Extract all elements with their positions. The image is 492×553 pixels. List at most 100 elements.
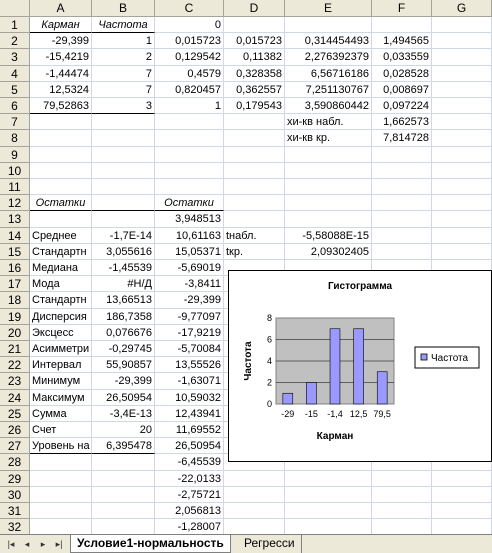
cell-b12[interactable]: [92, 195, 155, 211]
cell-a9[interactable]: [30, 147, 92, 163]
cell-b28[interactable]: [92, 454, 155, 471]
cell-e7[interactable]: хи-кв набл.: [285, 114, 372, 130]
cell-a13[interactable]: [30, 211, 92, 228]
row-header-4[interactable]: 4: [0, 66, 30, 82]
column-header-d[interactable]: D: [224, 0, 285, 17]
cell-d10[interactable]: [224, 163, 285, 179]
row-header-11[interactable]: 11: [0, 179, 30, 195]
row-header-12[interactable]: 12: [0, 195, 30, 211]
cell-f12[interactable]: [372, 195, 432, 211]
cell-c5[interactable]: 0,820457: [155, 82, 224, 98]
cell-g29[interactable]: [432, 471, 492, 487]
row-header-30[interactable]: 30: [0, 487, 30, 503]
cell-a1[interactable]: Карман: [30, 17, 92, 33]
row-header-8[interactable]: 8: [0, 130, 30, 147]
row-header-3[interactable]: 3: [0, 49, 30, 66]
cell-a4[interactable]: -1,44474: [30, 66, 92, 82]
cell-a21[interactable]: Асимметри: [30, 341, 92, 357]
cell-g6[interactable]: [432, 98, 492, 114]
cell-e10[interactable]: [285, 163, 372, 179]
cell-d8[interactable]: [224, 130, 285, 147]
cell-c15[interactable]: 15,05371: [155, 244, 224, 260]
cell-a3[interactable]: -15,4219: [30, 49, 92, 66]
cell-e15[interactable]: 2,09302405: [285, 244, 372, 260]
cell-b11[interactable]: [92, 179, 155, 195]
cell-a15[interactable]: Стандартн: [30, 244, 92, 260]
cell-c23[interactable]: -1,63071: [155, 373, 224, 390]
cell-e14[interactable]: -5,58088E-15: [285, 228, 372, 244]
row-header-21[interactable]: 21: [0, 341, 30, 357]
cell-c8[interactable]: [155, 130, 224, 147]
cell-g10[interactable]: [432, 163, 492, 179]
cell-a17[interactable]: Мода: [30, 276, 92, 292]
cell-d5[interactable]: 0,362557: [224, 82, 285, 98]
cell-c6[interactable]: 1: [155, 98, 224, 114]
cell-d6[interactable]: 0,179543: [224, 98, 285, 114]
column-header-a[interactable]: A: [30, 0, 92, 17]
cell-d13[interactable]: [224, 211, 285, 228]
cell-f6[interactable]: 0,097224: [372, 98, 432, 114]
cell-c22[interactable]: 13,55526: [155, 357, 224, 373]
cell-c32[interactable]: -1,28007: [155, 519, 224, 534]
histogram-chart[interactable]: Гистограмма 0 2 4 6 8 -29 -15 -1,4 12,5 79,5 Час…: [228, 270, 492, 462]
row-header-24[interactable]: 24: [0, 390, 30, 406]
cell-g11[interactable]: [432, 179, 492, 195]
cell-e3[interactable]: 2,276392379: [285, 49, 372, 66]
cell-b27[interactable]: 6,395478: [92, 438, 155, 454]
cell-c25[interactable]: 12,43941: [155, 406, 224, 422]
tab-uslovie1[interactable]: Условие1-нормальность: [70, 535, 231, 553]
row-header-32[interactable]: 32: [0, 519, 30, 534]
histogram-bar[interactable]: [282, 392, 294, 405]
tab-regressi[interactable]: Регресси: [238, 535, 302, 553]
row-header-27[interactable]: 27: [0, 438, 30, 454]
cell-c27[interactable]: 26,50954: [155, 438, 224, 454]
cell-a8[interactable]: [30, 130, 92, 147]
cell-c4[interactable]: 0,4579: [155, 66, 224, 82]
last-sheet-button[interactable]: ▸|: [52, 538, 66, 550]
cell-b25[interactable]: -3,4E-13: [92, 406, 155, 422]
cell-e12[interactable]: [285, 195, 372, 211]
histogram-bar[interactable]: [306, 382, 317, 405]
cell-b20[interactable]: 0,076676: [92, 325, 155, 341]
cell-a24[interactable]: Максимум: [30, 390, 92, 406]
cell-b18[interactable]: 13,66513: [92, 292, 155, 309]
cell-f5[interactable]: 0,008697: [372, 82, 432, 98]
cell-c2[interactable]: 0,015723: [155, 33, 224, 49]
cell-a29[interactable]: [30, 471, 92, 487]
cell-e9[interactable]: [285, 147, 372, 163]
cell-a27[interactable]: Уровень на: [30, 438, 92, 454]
row-header-23[interactable]: 23: [0, 373, 30, 390]
cell-g3[interactable]: [432, 49, 492, 66]
cell-b1[interactable]: Частота: [92, 17, 155, 33]
cell-b21[interactable]: -0,29745: [92, 341, 155, 357]
row-header-29[interactable]: 29: [0, 471, 30, 487]
row-header-13[interactable]: 13: [0, 211, 30, 228]
row-header-1[interactable]: 1: [0, 17, 30, 33]
column-header-e[interactable]: E: [285, 0, 372, 17]
cell-b24[interactable]: 26,50954: [92, 390, 155, 406]
cell-c9[interactable]: [155, 147, 224, 163]
cell-a23[interactable]: Минимум: [30, 373, 92, 390]
cell-d15[interactable]: tкр.: [224, 244, 285, 260]
cell-b7[interactable]: [92, 114, 155, 130]
cell-f9[interactable]: [372, 147, 432, 163]
row-header-28[interactable]: 28: [0, 454, 30, 471]
cell-a28[interactable]: [30, 454, 92, 471]
cell-e6[interactable]: 3,590860442: [285, 98, 372, 114]
cell-b3[interactable]: 2: [92, 49, 155, 66]
cell-b15[interactable]: 3,055616: [92, 244, 155, 260]
cell-a10[interactable]: [30, 163, 92, 179]
cell-b4[interactable]: 7: [92, 66, 155, 82]
cell-d32[interactable]: [224, 519, 285, 534]
select-all-corner[interactable]: [0, 0, 30, 17]
cell-b17[interactable]: #Н/Д: [92, 276, 155, 292]
cell-c26[interactable]: 11,69552: [155, 422, 224, 438]
cell-c10[interactable]: [155, 163, 224, 179]
cell-d7[interactable]: [224, 114, 285, 130]
row-header-14[interactable]: 14: [0, 228, 30, 244]
cell-c30[interactable]: -2,75721: [155, 487, 224, 503]
cell-e29[interactable]: [285, 471, 372, 487]
prev-sheet-button[interactable]: ◂: [20, 538, 34, 550]
cell-c12[interactable]: Остатки: [155, 195, 224, 211]
cell-a11[interactable]: [30, 179, 92, 195]
